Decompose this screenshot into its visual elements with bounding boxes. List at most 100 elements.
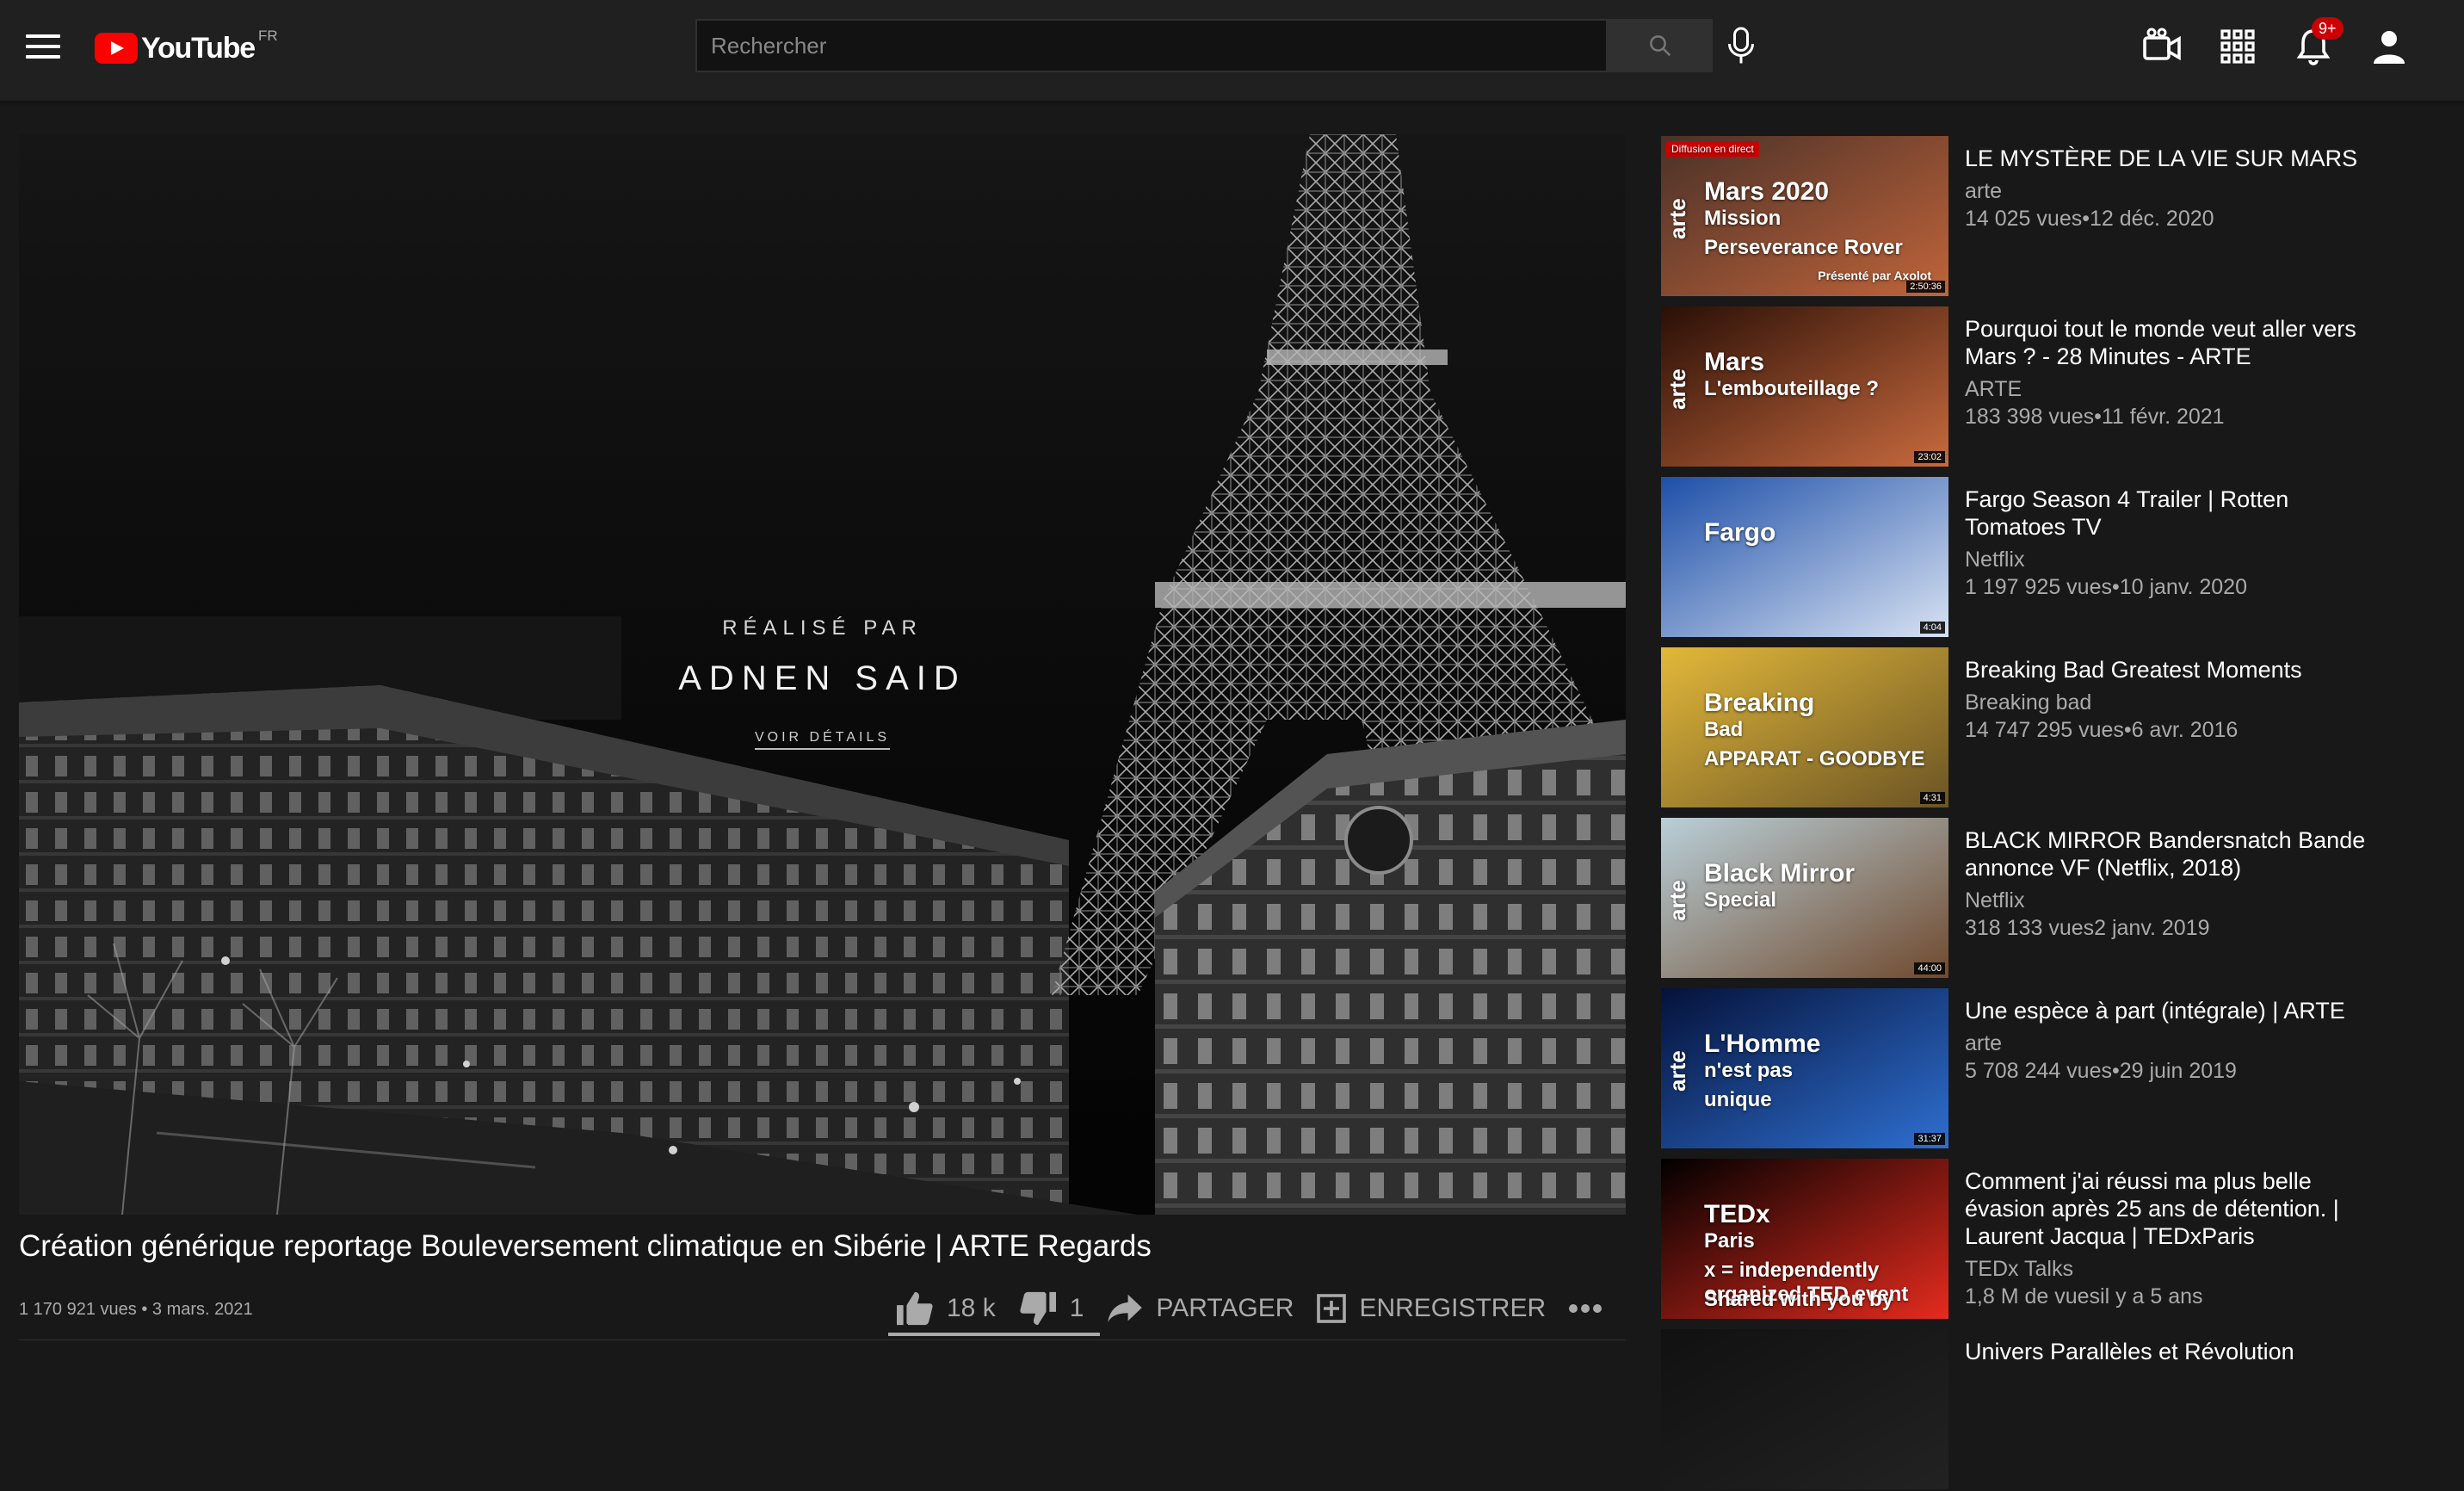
create-video-icon[interactable]	[2141, 26, 2183, 67]
recommendation-channel[interactable]: ARTE	[1965, 377, 2022, 402]
recommendation-channel[interactable]: Breaking bad	[1965, 690, 2091, 715]
dislike-count: 1	[1069, 1294, 1084, 1322]
video-duration: 2:50:36	[1906, 281, 1945, 293]
thumbnail-caption: Black Mirror	[1704, 859, 1856, 888]
video-thumbnail[interactable]: arte L'Homme n'est pas unique 31:37	[1661, 988, 1948, 1148]
video-thumbnail[interactable]: Fargo 4:04	[1661, 477, 1948, 637]
thumbnail-brand: arte	[1664, 198, 1690, 239]
thumbnail-brand: arte	[1664, 1050, 1690, 1092]
recommendation-channel[interactable]: TEDx Talks	[1965, 1257, 2073, 1282]
video-thumbnail[interactable]: TEDx Paris x = independently organized TED…	[1661, 1159, 1948, 1319]
overlay-name: ADNEN SAID	[678, 659, 966, 697]
dislike-button[interactable]: 1	[1018, 1290, 1084, 1327]
recommendation-title[interactable]: Fargo Season 4 Trailer | Rotten Tomatoes…	[1965, 486, 2395, 541]
video-title: Création générique reportage Bouleversem…	[19, 1229, 1152, 1263]
recommendation-channel[interactable]: arte	[1965, 179, 2002, 204]
video-duration: 4:04	[1919, 622, 1945, 634]
search-icon	[1650, 35, 1671, 57]
recommendation-item[interactable]: Fargo 4:04 Fargo Season 4 Trailer | Rotten…	[1661, 477, 2436, 639]
share-arrow-icon	[1108, 1294, 1143, 1323]
video-thumbnail[interactable]: arte Mars L'embouteillage ? 23:02	[1661, 306, 1948, 467]
save-button[interactable]: ENREGISTRER	[1316, 1293, 1546, 1324]
thumbnail-caption: unique	[1704, 1088, 1772, 1111]
video-thumbnail[interactable]: arte Diffusion en direct Mars 2020 Mission P…	[1661, 136, 1948, 296]
youtube-play-icon	[95, 33, 138, 64]
menu-icon[interactable]	[26, 34, 60, 60]
like-ratio-fill	[888, 1333, 1100, 1336]
like-ratio-bar	[888, 1333, 1100, 1336]
overlay-subtitle: RÉALISÉ PAR	[722, 616, 923, 640]
share-label: PARTAGER	[1156, 1294, 1294, 1322]
recommendation-stats: 1 197 925 vues•10 janv. 2020	[1965, 575, 2247, 599]
more-horizontal-icon	[1569, 1304, 1603, 1313]
recommendation-title[interactable]: Une espèce à part (intégrale) | ARTE	[1965, 997, 2395, 1024]
thumbnail-caption: Mars 2020	[1704, 177, 1830, 206]
logo-country-code: FR	[257, 28, 278, 44]
recommendation-stats: 5 708 244 vues•29 juin 2019	[1965, 1059, 2237, 1083]
thumbnail-brand: arte	[1664, 880, 1690, 921]
video-thumbnail[interactable]: arte Black Mirror Special 44:00	[1661, 818, 1948, 978]
search-input[interactable]: Rechercher	[695, 19, 1608, 72]
recommendation-stats: 318 133 vues2 janv. 2019	[1965, 916, 2210, 940]
youtube-logo[interactable]: YouTube FR	[95, 28, 278, 67]
recommendation-item[interactable]: Breaking Bad APPARAT - GOODBYE 4:31 Breaking…	[1661, 647, 2436, 809]
video-thumbnail[interactable]	[1661, 1329, 1948, 1489]
recommendation-item[interactable]: arte Diffusion en direct Mars 2020 Mission P…	[1661, 136, 2436, 298]
thumb-down-icon	[1020, 1291, 1056, 1326]
video-meta: 1 170 921 vues • 3 mars. 2021	[19, 1300, 253, 1319]
thumbnail-caption: L'Homme	[1704, 1030, 1821, 1058]
recommendation-title[interactable]: Breaking Bad Greatest Moments	[1965, 656, 2395, 684]
recommendation-title[interactable]: BLACK MIRROR Bandersnatch Bande annonce …	[1965, 826, 2395, 882]
recommendation-stats: 183 398 vues•11 févr. 2021	[1965, 405, 2225, 429]
top-bar: YouTube FR Rechercher 9+	[0, 0, 2464, 101]
video-player[interactable]: RÉALISÉ PAR ADNEN SAID VOIR DÉTAILS	[19, 134, 1626, 1215]
thumbnail-caption: Paris	[1704, 1229, 1755, 1253]
thumbnail-caption: Special	[1704, 888, 1777, 912]
video-duration: 23:02	[1914, 451, 1945, 463]
overlay-details-label: VOIR DÉTAILS	[754, 730, 891, 750]
thumbnail-caption: L'embouteillage ?	[1704, 377, 1880, 400]
video-duration: 4:31	[1919, 792, 1945, 804]
thumbnail-caption: APPARAT - GOODBYE	[1704, 747, 1925, 770]
thumbnail-caption: Mission	[1704, 207, 1782, 230]
like-button[interactable]: 18 k	[895, 1290, 996, 1327]
recommendation-stats: 14 747 295 vues•6 avr. 2016	[1965, 718, 2239, 742]
recommendation-stats: 14 025 vues•12 déc. 2020	[1965, 207, 2214, 231]
recommendation-title[interactable]: Univers Parallèles et Révolution	[1965, 1338, 2395, 1365]
apps-grid-icon[interactable]	[2217, 26, 2258, 67]
like-count: 18 k	[947, 1294, 996, 1322]
overlay-details-link[interactable]: VOIR DÉTAILS	[19, 730, 1626, 750]
account-icon[interactable]	[2368, 26, 2410, 67]
recommendation-stats: 1,8 M de vuesil y a 5 ans	[1965, 1284, 2203, 1308]
share-button[interactable]: PARTAGER	[1106, 1293, 1294, 1324]
divider	[19, 1339, 1626, 1340]
thumbnail-caption: Breaking	[1704, 689, 1815, 717]
recommendation-item[interactable]: Univers Parallèles et Révolution	[1661, 1329, 2436, 1491]
recommendation-item[interactable]: arte L'Homme n'est pas unique 31:37 Une espèc…	[1661, 988, 2436, 1150]
thumbnail-caption: Perseverance Rover	[1704, 236, 1903, 259]
thumbnail-caption: Bad	[1704, 718, 1744, 741]
search-button[interactable]	[1606, 19, 1713, 72]
thumbnail-live-badge: Diffusion en direct	[1666, 141, 1759, 157]
add-to-playlist-icon	[1317, 1294, 1347, 1323]
thumbnail-brand: arte	[1664, 368, 1690, 410]
video-thumbnail[interactable]: Breaking Bad APPARAT - GOODBYE 4:31	[1661, 647, 1948, 807]
mic-icon[interactable]	[1726, 26, 1757, 67]
thumbnail-caption: Mars	[1704, 348, 1765, 376]
recommendation-item[interactable]: arte Black Mirror Special 44:00 BLACK MIRROR…	[1661, 818, 2436, 980]
thumbnail-caption: Fargo	[1704, 518, 1776, 547]
more-actions-button[interactable]	[1568, 1302, 1615, 1315]
recommendation-channel[interactable]: arte	[1965, 1031, 2002, 1056]
recommendation-item[interactable]: arte Mars L'embouteillage ? 23:02 Pourquoi t…	[1661, 306, 2436, 468]
recommendation-channel[interactable]: Netflix	[1965, 888, 2024, 913]
recommendation-item[interactable]: TEDx Paris x = independently organized TED…	[1661, 1159, 2436, 1321]
recommendation-title[interactable]: Comment j'ai réussi ma plus belle évasio…	[1965, 1167, 2395, 1250]
recommendation-title[interactable]: Pourquoi tout le monde veut aller vers M…	[1965, 315, 2395, 370]
recommendation-channel[interactable]: Netflix	[1965, 548, 2024, 572]
video-actions: 18 k 1 PARTAGER ENREGISTRER	[895, 1283, 1637, 1334]
recommendation-title[interactable]: LE MYSTÈRE DE LA VIE SUR MARS	[1965, 145, 2395, 172]
video-duration: 44:00	[1914, 962, 1945, 974]
thumbnail-caption: Shared with you by	[1704, 1288, 1894, 1311]
logo-text: YouTube	[141, 31, 256, 65]
thumb-up-icon	[897, 1291, 933, 1326]
